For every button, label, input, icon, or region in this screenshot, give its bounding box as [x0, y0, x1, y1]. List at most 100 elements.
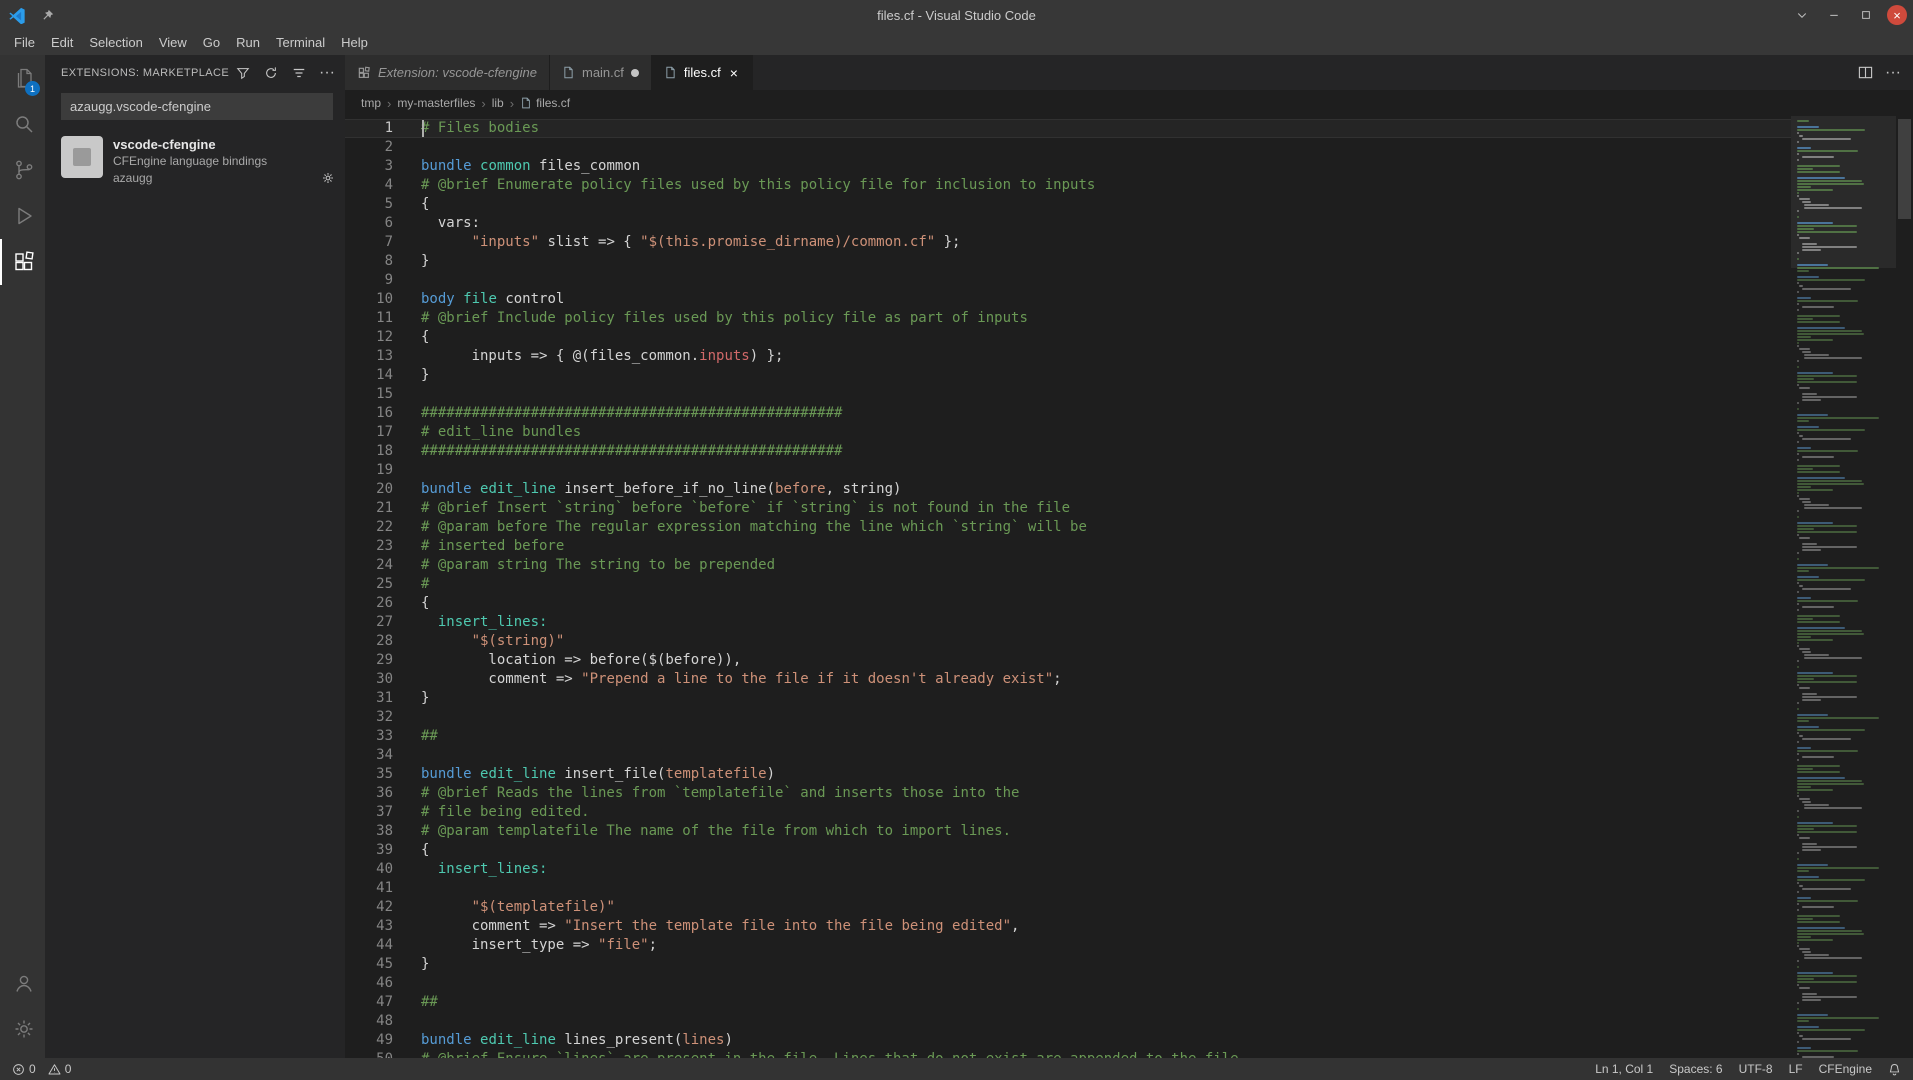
code-line[interactable]: 1# Files bodies [345, 119, 1791, 138]
code-line[interactable]: 33## [345, 727, 1791, 746]
code-line[interactable]: 32 [345, 708, 1791, 727]
cursor-position[interactable]: Ln 1, Col 1 [1595, 1062, 1653, 1076]
minimap-line [1797, 855, 1892, 857]
code-line[interactable]: 39{ [345, 841, 1791, 860]
code-line[interactable]: 23# inserted before [345, 537, 1791, 556]
pin-icon[interactable] [36, 4, 58, 26]
extensions-icon[interactable] [0, 239, 45, 285]
code-line[interactable]: 42 "$(templatefile)" [345, 898, 1791, 917]
extension-manage-gear-icon[interactable] [321, 171, 335, 185]
extensions-search-input[interactable] [62, 99, 332, 114]
run-debug-icon[interactable] [0, 193, 45, 239]
code-line[interactable]: 5{ [345, 195, 1791, 214]
layout-chevron-icon[interactable] [1791, 4, 1813, 26]
indentation-setting[interactable]: Spaces: 6 [1669, 1062, 1722, 1076]
menu-go[interactable]: Go [195, 32, 228, 53]
code-line[interactable]: 2 [345, 138, 1791, 157]
status-problems[interactable]: 0 0 [12, 1062, 71, 1076]
code-line[interactable]: 41 [345, 879, 1791, 898]
more-actions-icon[interactable]: ··· [1885, 64, 1901, 82]
refresh-icon[interactable] [261, 63, 281, 83]
code-line[interactable]: 4# @brief Enumerate policy files used by… [345, 176, 1791, 195]
code-line[interactable]: 46 [345, 974, 1791, 993]
code-line[interactable]: 49bundle edit_line lines_present(lines) [345, 1031, 1791, 1050]
code-line[interactable]: 50# @brief Ensure `lines` are present in… [345, 1050, 1791, 1058]
code-line[interactable]: 14} [345, 366, 1791, 385]
menu-terminal[interactable]: Terminal [268, 32, 333, 53]
code-line[interactable]: 19 [345, 461, 1791, 480]
tab-main-cf[interactable]: main.cf [550, 55, 652, 90]
tab-files-cf[interactable]: files.cf × [652, 55, 753, 90]
filter-icon[interactable] [233, 63, 253, 83]
tab-close-icon[interactable]: × [728, 65, 740, 81]
code-line[interactable]: 16######################################… [345, 404, 1791, 423]
code-line[interactable]: 28 "$(string)" [345, 632, 1791, 651]
code-line[interactable]: 36# @brief Reads the lines from `templat… [345, 784, 1791, 803]
source-control-icon[interactable] [0, 147, 45, 193]
code-line[interactable]: 17# edit_line bundles [345, 423, 1791, 442]
code-line[interactable]: 6 vars: [345, 214, 1791, 233]
code-line[interactable]: 37# file being edited. [345, 803, 1791, 822]
extension-list-item[interactable]: vscode-cfengine CFEngine language bindin… [45, 128, 345, 193]
code-line[interactable]: 12{ [345, 328, 1791, 347]
scrollbar-thumb[interactable] [1898, 119, 1911, 219]
code-line[interactable]: 45} [345, 955, 1791, 974]
code-line[interactable]: 44 insert_type => "file"; [345, 936, 1791, 955]
close-button[interactable]: × [1887, 5, 1907, 25]
code-line[interactable]: 24# @param string The string to be prepe… [345, 556, 1791, 575]
code-line[interactable]: 27 insert_lines: [345, 613, 1791, 632]
eol-setting[interactable]: LF [1789, 1062, 1803, 1076]
vertical-scrollbar[interactable] [1896, 116, 1913, 1058]
menu-view[interactable]: View [151, 32, 195, 53]
maximize-button[interactable] [1855, 4, 1877, 26]
code-line[interactable]: 3bundle common files_common [345, 157, 1791, 176]
code-line[interactable]: 47## [345, 993, 1791, 1012]
code-line[interactable]: 29 location => before($(before)), [345, 651, 1791, 670]
search-icon[interactable] [0, 101, 45, 147]
clear-search-results-icon[interactable] [289, 63, 309, 83]
more-actions-icon[interactable]: ··· [317, 63, 337, 83]
menu-file[interactable]: File [6, 32, 43, 53]
menu-selection[interactable]: Selection [81, 32, 150, 53]
code-line[interactable]: 13 inputs => { @(files_common.inputs) }; [345, 347, 1791, 366]
encoding-setting[interactable]: UTF-8 [1739, 1062, 1773, 1076]
code-line[interactable]: 18######################################… [345, 442, 1791, 461]
accounts-icon[interactable] [0, 960, 45, 1006]
tab-extension-vscode-cfengine[interactable]: Extension: vscode-cfengine [345, 55, 550, 90]
menu-run[interactable]: Run [228, 32, 268, 53]
settings-gear-icon[interactable] [0, 1006, 45, 1052]
code-line[interactable]: 22# @param before The regular expression… [345, 518, 1791, 537]
minimap[interactable] [1791, 116, 1896, 1058]
code-line[interactable]: 30 comment => "Prepend a line to the fil… [345, 670, 1791, 689]
code-line[interactable]: 25# [345, 575, 1791, 594]
breadcrumb-tmp[interactable]: tmp [361, 96, 381, 110]
code-line[interactable]: 9 [345, 271, 1791, 290]
code-line[interactable]: 10body file control [345, 290, 1791, 309]
code-line[interactable]: 8} [345, 252, 1791, 271]
code-line[interactable]: 20bundle edit_line insert_before_if_no_l… [345, 480, 1791, 499]
code-line[interactable]: 40 insert_lines: [345, 860, 1791, 879]
breadcrumb-lib[interactable]: lib [492, 96, 504, 110]
explorer-icon[interactable]: 1 [0, 55, 45, 101]
code-line[interactable]: 43 comment => "Insert the template file … [345, 917, 1791, 936]
breadcrumb-my-masterfiles[interactable]: my-masterfiles [397, 96, 475, 110]
code-line[interactable]: 48 [345, 1012, 1791, 1031]
code-line[interactable]: 34 [345, 746, 1791, 765]
language-mode[interactable]: CFEngine [1819, 1062, 1872, 1076]
code-line[interactable]: 26{ [345, 594, 1791, 613]
code-line[interactable]: 21# @brief Insert `string` before `befor… [345, 499, 1791, 518]
code-line[interactable]: 15 [345, 385, 1791, 404]
code-editor[interactable]: 1# Files bodies23bundle common files_com… [345, 116, 1791, 1058]
minimize-button[interactable] [1823, 4, 1845, 26]
notifications-bell-icon[interactable] [1888, 1063, 1901, 1076]
breadcrumb-files-cf[interactable]: files.cf [520, 96, 570, 110]
code-line[interactable]: 35bundle edit_line insert_file(templatef… [345, 765, 1791, 784]
code-line[interactable]: 11# @brief Include policy files used by … [345, 309, 1791, 328]
code-line[interactable]: 38# @param templatefile The name of the … [345, 822, 1791, 841]
code-line[interactable]: 31} [345, 689, 1791, 708]
split-editor-icon[interactable] [1858, 65, 1873, 80]
line-number: 7 [345, 233, 421, 252]
menu-help[interactable]: Help [333, 32, 376, 53]
menu-edit[interactable]: Edit [43, 32, 81, 53]
code-line[interactable]: 7 "inputs" slist => { "$(this.promise_di… [345, 233, 1791, 252]
